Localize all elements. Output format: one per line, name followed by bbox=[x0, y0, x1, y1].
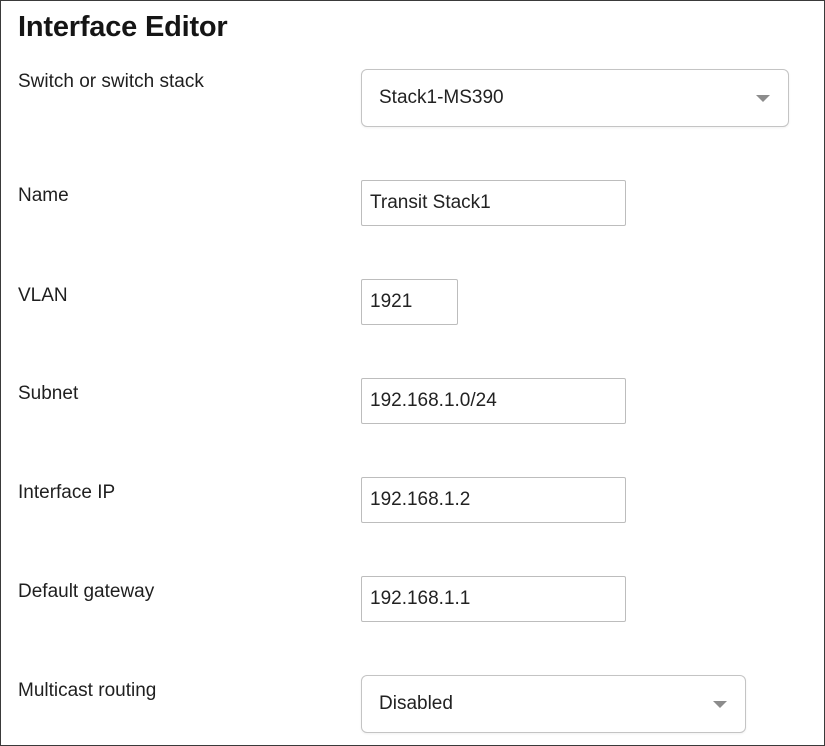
interface-ip-input-value: 192.168.1.2 bbox=[370, 489, 471, 510]
interface-ip-label: Interface IP bbox=[18, 482, 116, 503]
default-gateway-input-value: 192.168.1.1 bbox=[370, 588, 471, 609]
vlan-input[interactable]: 1921 bbox=[361, 279, 458, 325]
interface-ip-input[interactable]: 192.168.1.2 bbox=[361, 477, 626, 523]
switch-select-value: Stack1-MS390 bbox=[379, 87, 504, 108]
default-gateway-input[interactable]: 192.168.1.1 bbox=[361, 576, 626, 622]
subnet-input-value: 192.168.1.0/24 bbox=[370, 390, 497, 411]
vlan-input-value: 1921 bbox=[370, 291, 413, 312]
default-gateway-label: Default gateway bbox=[18, 581, 155, 602]
chevron-down-icon bbox=[713, 701, 727, 708]
multicast-routing-label: Multicast routing bbox=[18, 680, 157, 701]
name-input-value: Transit Stack1 bbox=[370, 192, 491, 213]
multicast-routing-select[interactable]: Disabled bbox=[361, 675, 746, 733]
subnet-input[interactable]: 192.168.1.0/24 bbox=[361, 378, 626, 424]
switch-label: Switch or switch stack bbox=[18, 71, 204, 92]
interface-editor-panel: Interface Editor Switch or switch stack … bbox=[0, 0, 825, 746]
switch-select[interactable]: Stack1-MS390 bbox=[361, 69, 789, 127]
page-title: Interface Editor bbox=[18, 11, 228, 43]
name-label: Name bbox=[18, 185, 69, 206]
subnet-label: Subnet bbox=[18, 383, 79, 404]
chevron-down-icon bbox=[756, 95, 770, 102]
multicast-routing-select-value: Disabled bbox=[379, 693, 453, 714]
name-input[interactable]: Transit Stack1 bbox=[361, 180, 626, 226]
vlan-label: VLAN bbox=[18, 285, 68, 306]
